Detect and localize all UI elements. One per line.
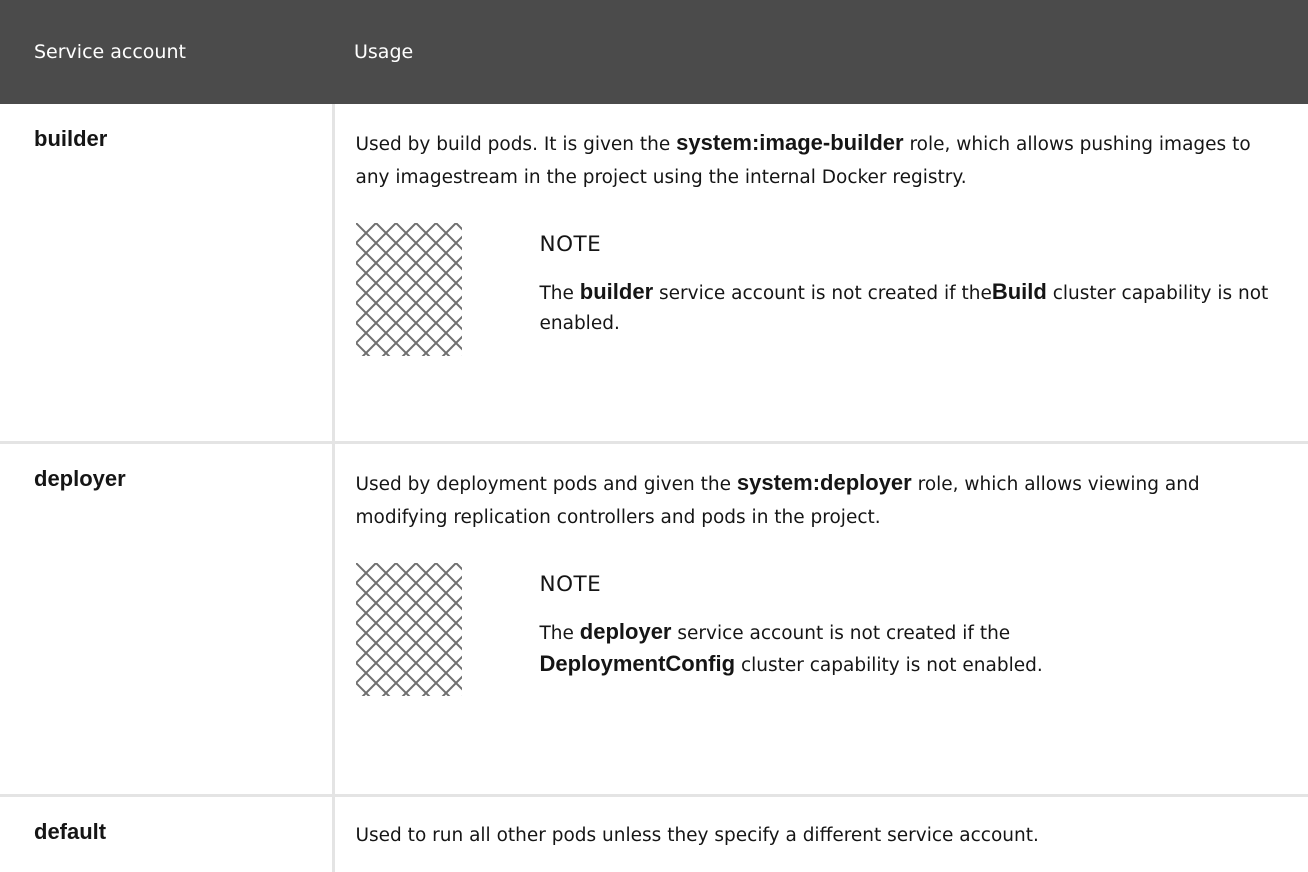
account-name-deployer: deployer bbox=[0, 442, 335, 797]
note-lattice-icon bbox=[355, 562, 462, 696]
note-text: The deployer service account is not crea… bbox=[539, 618, 1043, 676]
table-row: default Used to run all other pods unles… bbox=[0, 795, 1308, 872]
usage-cell-deployer: Used by deployment pods and given the sy… bbox=[333, 442, 1308, 797]
note-title: NOTE bbox=[539, 571, 602, 597]
account-name-default: default bbox=[0, 795, 335, 872]
role-name: system:image-builder bbox=[676, 130, 904, 155]
account-name-builder: builder bbox=[0, 104, 335, 444]
usage-cell-default: Used to run all other pods unless they s… bbox=[333, 795, 1308, 872]
usage-cell-builder: Used by build pods. It is given the syst… bbox=[333, 104, 1308, 444]
note-title: NOTE bbox=[539, 232, 602, 257]
note-text: The builder service account is not creat… bbox=[539, 279, 1269, 334]
note-lattice-icon bbox=[355, 223, 462, 356]
usage-description: Used by build pods. It is given the syst… bbox=[355, 130, 1251, 188]
usage-description: Used by deployment pods and given the sy… bbox=[355, 469, 1200, 528]
table-header-row: Service account Usage bbox=[0, 0, 1308, 104]
header-usage: Usage bbox=[354, 41, 414, 63]
header-service-account: Service account bbox=[34, 41, 186, 63]
role-name: system:deployer bbox=[736, 469, 912, 495]
table-row: builder Used by build pods. It is given … bbox=[0, 104, 1308, 444]
service-accounts-table: Service account Usage builder Used by bu… bbox=[0, 0, 1308, 872]
usage-description: Used to run all other pods unless they s… bbox=[355, 824, 1039, 846]
note-admonition: NOTE The builder service account is not … bbox=[355, 223, 1279, 356]
note-admonition: NOTE The deployer service account is not… bbox=[355, 562, 1279, 696]
table-row: deployer Used by deployment pods and giv… bbox=[0, 442, 1308, 797]
